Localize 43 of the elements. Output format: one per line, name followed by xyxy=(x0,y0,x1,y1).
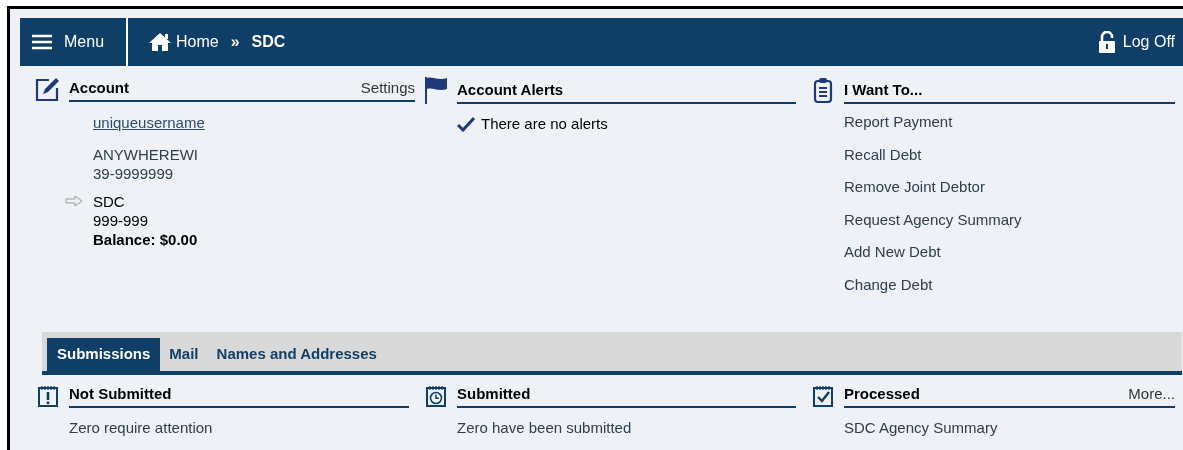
action-link[interactable]: Request Agency Summary xyxy=(844,208,1175,231)
home-icon xyxy=(148,32,172,52)
section-title: Processed xyxy=(844,383,920,404)
action-link[interactable]: Change Debt xyxy=(844,273,1175,296)
action-link[interactable]: Add New Debt xyxy=(844,241,1175,264)
debtor-number: 999-999 xyxy=(93,210,150,230)
section-title: Not Submitted xyxy=(69,383,172,404)
tab[interactable]: Submissions xyxy=(47,338,161,371)
menu-icon xyxy=(32,34,52,50)
exclamation-calendar-icon xyxy=(37,384,59,408)
section-title: I Want To... xyxy=(844,79,923,100)
section-title: Account Alerts xyxy=(457,79,564,100)
checkmark-icon xyxy=(457,116,475,133)
arrow-right-icon xyxy=(65,194,83,207)
section-title: Submitted xyxy=(457,383,531,404)
home-link[interactable]: Home xyxy=(148,30,219,54)
breadcrumb-separator: » xyxy=(230,32,240,52)
clock-calendar-icon xyxy=(425,384,447,408)
account-info-text: 39-9999999 xyxy=(93,163,175,183)
username-link[interactable]: uniqueusername xyxy=(93,114,205,131)
debtor-name: SDC xyxy=(93,191,126,211)
more-link[interactable]: More... xyxy=(1128,382,1175,405)
log-off-button[interactable]: Log Off xyxy=(1098,18,1183,66)
padlock-icon xyxy=(1098,31,1115,53)
settings-link[interactable]: Settings xyxy=(360,76,415,99)
edit-icon xyxy=(35,76,61,102)
action-link[interactable]: Remove Joint Debtor xyxy=(844,176,1175,199)
clipboard-icon xyxy=(813,76,833,104)
action-link[interactable]: Report Payment xyxy=(844,111,1175,134)
status-text: Zero require attention xyxy=(69,419,213,436)
summary-link[interactable]: SDC Agency Summary xyxy=(844,417,1175,440)
tab[interactable]: Names and Addresses xyxy=(207,338,386,371)
account-info-text: ANYWHEREWI xyxy=(93,144,199,164)
action-link[interactable]: Recall Debt xyxy=(844,143,1175,166)
checkmark-calendar-icon xyxy=(812,384,834,408)
balance-text: Balance: $0.00 xyxy=(93,229,198,249)
flag-icon xyxy=(424,76,448,104)
breadcrumb-current: SDC xyxy=(251,32,286,52)
section-title: Account xyxy=(69,77,129,98)
menu-button[interactable]: Menu xyxy=(20,18,128,66)
status-text: Zero have been submitted xyxy=(457,419,632,436)
alert-message: There are no alerts xyxy=(481,114,608,134)
tab[interactable]: Mail xyxy=(160,338,208,371)
